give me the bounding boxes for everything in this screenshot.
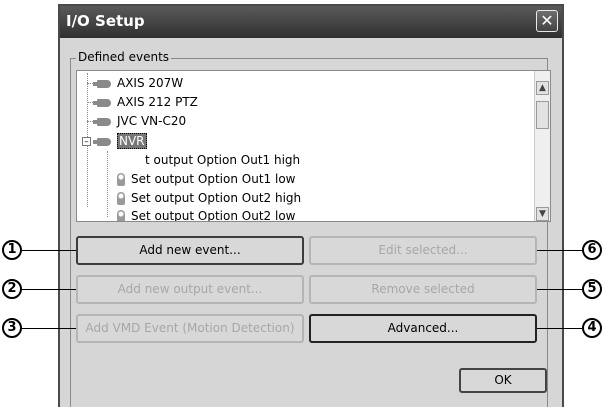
camera-icon <box>93 98 111 107</box>
tree-item-out1-low[interactable]: Set output Option Out1 low <box>117 170 295 188</box>
callout-leader <box>22 328 76 329</box>
tree-connector <box>107 151 108 217</box>
tree-item-label: t output Option Out1 high <box>145 153 301 167</box>
add-new-output-event-button[interactable]: Add new output event... <box>76 275 304 304</box>
ok-button[interactable]: OK <box>459 368 547 393</box>
callout-2: 2 <box>2 279 22 299</box>
tree-item-label: Set output Option Out2 low <box>131 209 296 222</box>
close-button[interactable]: ✕ <box>536 10 558 32</box>
tree-item-nvr[interactable]: NVR <box>93 132 147 150</box>
advanced-button[interactable]: Advanced... <box>309 314 537 343</box>
bulb-icon <box>117 192 125 205</box>
callout-6: 6 <box>582 240 602 260</box>
tree-item-axis-212-ptz[interactable]: AXIS 212 PTZ <box>93 93 198 111</box>
tree-item-out2-high[interactable]: Set output Option Out2 high <box>117 189 301 207</box>
callout-leader <box>537 328 582 329</box>
tree-item-out1-high[interactable]: t output Option Out1 high <box>145 151 300 169</box>
tree-item-jvc-vn-c20[interactable]: JVC VN-C20 <box>93 112 187 130</box>
callout-leader <box>22 250 76 251</box>
bulb-icon <box>117 210 125 221</box>
scroll-thumb[interactable] <box>536 101 549 129</box>
tree-item-axis-207w[interactable]: AXIS 207W <box>93 74 184 92</box>
tree-item-out2-low[interactable]: Set output Option Out2 low <box>117 207 296 222</box>
tree-item-label: NVR <box>117 133 147 149</box>
title-bar[interactable]: I/O Setup ✕ <box>60 6 562 38</box>
camera-icon <box>93 79 111 88</box>
callout-leader <box>537 250 582 251</box>
events-tree[interactable]: AXIS 207W AXIS 212 PTZ JVC VN-C20 – NVR … <box>76 70 551 222</box>
callout-5: 5 <box>582 279 602 299</box>
tree-item-label: AXIS 212 PTZ <box>117 95 198 109</box>
scroll-down-button[interactable]: ▼ <box>536 207 549 221</box>
collapse-expander[interactable]: – <box>82 137 91 147</box>
tree-item-label: Set output Option Out2 high <box>131 191 302 205</box>
bulb-icon <box>117 173 125 186</box>
callout-4: 4 <box>582 318 602 338</box>
window-title: I/O Setup <box>66 12 145 30</box>
scroll-up-button[interactable]: ▲ <box>536 81 549 95</box>
vertical-scrollbar[interactable]: ▲ ▼ <box>534 71 550 221</box>
tree-item-label: Set output Option Out1 low <box>131 172 296 186</box>
add-new-event-button[interactable]: Add new event... <box>76 236 304 265</box>
callout-leader <box>537 289 582 290</box>
edit-selected-button[interactable]: Edit selected... <box>309 236 537 265</box>
remove-selected-button[interactable]: Remove selected <box>309 275 537 304</box>
tree-item-label: AXIS 207W <box>117 76 184 90</box>
callout-3: 3 <box>2 318 22 338</box>
callout-1: 1 <box>2 240 22 260</box>
add-vmd-event-button[interactable]: Add VMD Event (Motion Detection) <box>76 314 304 343</box>
camera-icon <box>93 117 111 126</box>
callout-leader <box>22 289 76 290</box>
defined-events-label: Defined events <box>76 50 172 64</box>
tree-item-label: JVC VN-C20 <box>117 114 187 128</box>
camera-icon <box>93 137 111 146</box>
